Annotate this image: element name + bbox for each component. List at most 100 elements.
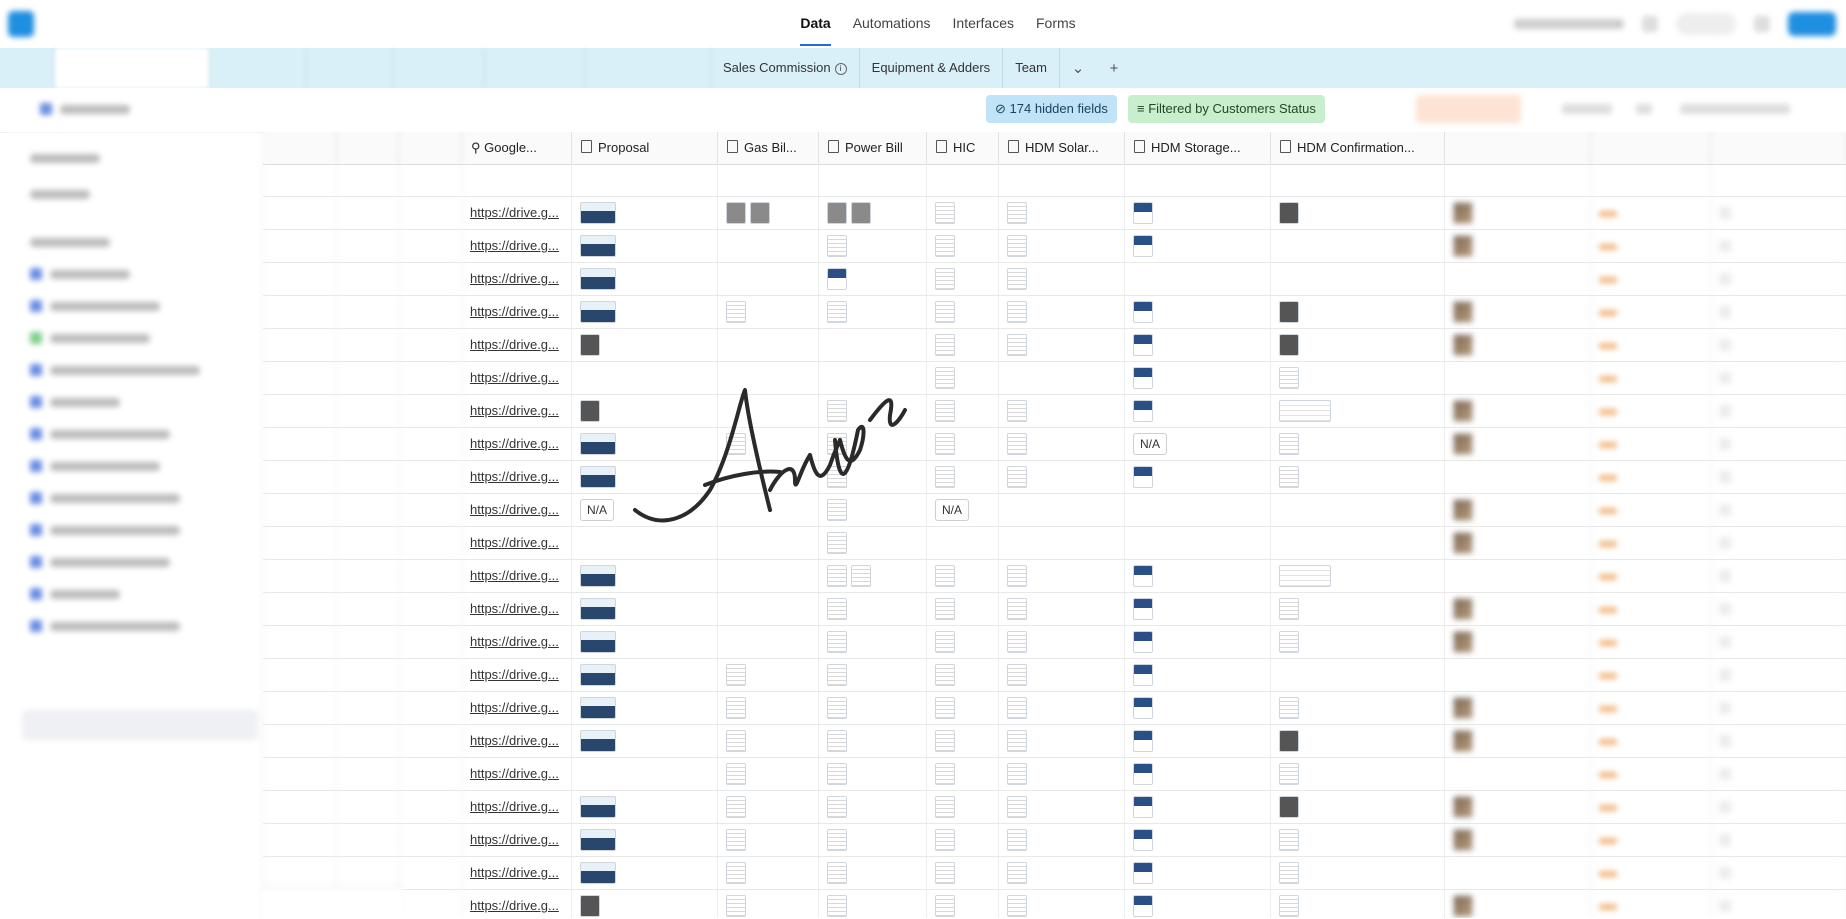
gas-bill-cell[interactable]: [718, 758, 819, 790]
attachment-thumbnail[interactable]: [580, 796, 616, 818]
cell-blurred[interactable]: [1445, 230, 1591, 262]
cell-blurred[interactable]: [399, 296, 462, 328]
tab-menu[interactable]: [0, 48, 55, 88]
attachment-thumbnail[interactable]: [1007, 268, 1027, 290]
google-link-cell[interactable]: https://drive.g...: [462, 329, 572, 361]
hdm-solar-cell[interactable]: [999, 329, 1125, 361]
cell-blurred[interactable]: [399, 659, 462, 691]
proposal-cell[interactable]: [572, 527, 718, 559]
proposal-cell[interactable]: [572, 395, 718, 427]
cell-blurred[interactable]: [1711, 362, 1846, 394]
checkbox[interactable]: [1719, 537, 1731, 549]
hdm-confirmation-cell[interactable]: [1271, 461, 1445, 493]
attachment-thumbnail[interactable]: [580, 433, 616, 455]
nav-data[interactable]: Data: [800, 0, 832, 48]
power-bill-cell[interactable]: [819, 362, 927, 394]
cell-blurred[interactable]: [337, 725, 399, 757]
cell-blurred[interactable]: [337, 296, 399, 328]
google-link-cell[interactable]: https://drive.g...: [462, 659, 572, 691]
cell-blurred[interactable]: [1445, 857, 1591, 889]
hdm-solar-cell[interactable]: [999, 362, 1125, 394]
google-link-cell[interactable]: https://drive.g...: [462, 725, 572, 757]
attachment-thumbnail[interactable]: [580, 301, 616, 323]
hic-cell[interactable]: [927, 791, 999, 823]
cell-blurred[interactable]: [1445, 461, 1591, 493]
drive-link[interactable]: https://drive.g...: [470, 733, 559, 748]
header-select-all[interactable]: [263, 132, 337, 164]
cell-blurred[interactable]: [1445, 527, 1591, 559]
hdm-solar-cell[interactable]: [999, 659, 1125, 691]
hdm-confirmation-cell[interactable]: [1271, 230, 1445, 262]
google-link-cell[interactable]: https://drive.g...: [462, 197, 572, 229]
drive-link[interactable]: https://drive.g...: [470, 370, 559, 385]
hic-cell[interactable]: [927, 395, 999, 427]
attachment-thumbnail[interactable]: [1007, 565, 1027, 587]
checkbox[interactable]: [1719, 240, 1731, 252]
attachment-thumbnail[interactable]: [1279, 796, 1299, 818]
hdm-storage-cell[interactable]: [1125, 494, 1271, 526]
google-link-cell[interactable]: https://drive.g...: [462, 527, 572, 559]
attachment-thumbnail[interactable]: [827, 400, 847, 422]
attachment-thumbnail[interactable]: [1007, 301, 1027, 323]
power-bill-cell[interactable]: [819, 428, 927, 460]
cell-blurred[interactable]: [1591, 791, 1711, 823]
hic-cell[interactable]: [927, 890, 999, 918]
cell-blurred[interactable]: [1591, 296, 1711, 328]
hdm-solar-cell[interactable]: [999, 626, 1125, 658]
checkbox[interactable]: [1719, 867, 1731, 879]
sidebar-item[interactable]: [30, 299, 160, 313]
help-icon[interactable]: [1642, 16, 1658, 32]
google-link-cell[interactable]: https://drive.g...: [462, 362, 572, 394]
hdm-storage-cell[interactable]: [1125, 230, 1271, 262]
checkbox[interactable]: [1719, 372, 1731, 384]
hdm-confirmation-cell[interactable]: [1271, 659, 1445, 691]
attachment-thumbnail[interactable]: [1279, 400, 1331, 422]
checkbox[interactable]: [1719, 735, 1731, 747]
hdm-confirmation-cell[interactable]: [1271, 824, 1445, 856]
hdm-confirmation-cell[interactable]: [1271, 527, 1445, 559]
cell-blurred[interactable]: [1445, 395, 1591, 427]
cell-blurred[interactable]: [1711, 164, 1846, 196]
drive-link[interactable]: https://drive.g...: [470, 799, 559, 814]
cell-blurred[interactable]: [1591, 494, 1711, 526]
google-link-cell[interactable]: https://drive.g...: [462, 791, 572, 823]
cell-blurred[interactable]: [1591, 527, 1711, 559]
checkbox[interactable]: [1719, 273, 1731, 285]
cell-blurred[interactable]: [337, 461, 399, 493]
attachment-thumbnail[interactable]: [1133, 697, 1153, 719]
cell-blurred[interactable]: [399, 527, 462, 559]
power-bill-cell[interactable]: [819, 791, 927, 823]
cell-blurred[interactable]: [337, 692, 399, 724]
attachment-thumbnail[interactable]: [1279, 367, 1299, 389]
drive-link[interactable]: https://drive.g...: [470, 502, 559, 517]
google-link-cell[interactable]: https://drive.g...: [462, 626, 572, 658]
attachment-thumbnail[interactable]: [1453, 532, 1473, 554]
hdm-confirmation-cell[interactable]: [1271, 395, 1445, 427]
cell-blurred[interactable]: [1591, 857, 1711, 889]
table-row[interactable]: https://drive.g...: [263, 329, 1846, 362]
attachment-thumbnail[interactable]: [1453, 895, 1473, 917]
cell-blurred[interactable]: [1591, 659, 1711, 691]
attachment-thumbnail[interactable]: [1279, 730, 1299, 752]
hic-cell[interactable]: [927, 362, 999, 394]
attachment-thumbnail[interactable]: [1007, 829, 1027, 851]
hdm-solar-cell[interactable]: [999, 164, 1125, 196]
header-power-bill[interactable]: Power Bill: [819, 132, 927, 164]
attachment-thumbnail[interactable]: [1007, 433, 1027, 455]
attachment-thumbnail[interactable]: [827, 202, 847, 224]
hic-cell[interactable]: [927, 197, 999, 229]
plus-icon[interactable]: +: [1096, 60, 1132, 77]
attachment-thumbnail[interactable]: [1007, 631, 1027, 653]
google-link-cell[interactable]: https://drive.g...: [462, 494, 572, 526]
hdm-solar-cell[interactable]: [999, 263, 1125, 295]
attachment-thumbnail[interactable]: [1007, 598, 1027, 620]
hdm-confirmation-cell[interactable]: [1271, 329, 1445, 361]
attachment-thumbnail[interactable]: [1453, 433, 1473, 455]
table-row[interactable]: https://drive.g...: [263, 230, 1846, 263]
hdm-confirmation-cell[interactable]: [1271, 428, 1445, 460]
cell-blurred[interactable]: [399, 791, 462, 823]
hdm-solar-cell[interactable]: [999, 824, 1125, 856]
drive-link[interactable]: https://drive.g...: [470, 436, 559, 451]
attachment-thumbnail[interactable]: [827, 730, 847, 752]
cell-blurred[interactable]: [1711, 560, 1846, 592]
